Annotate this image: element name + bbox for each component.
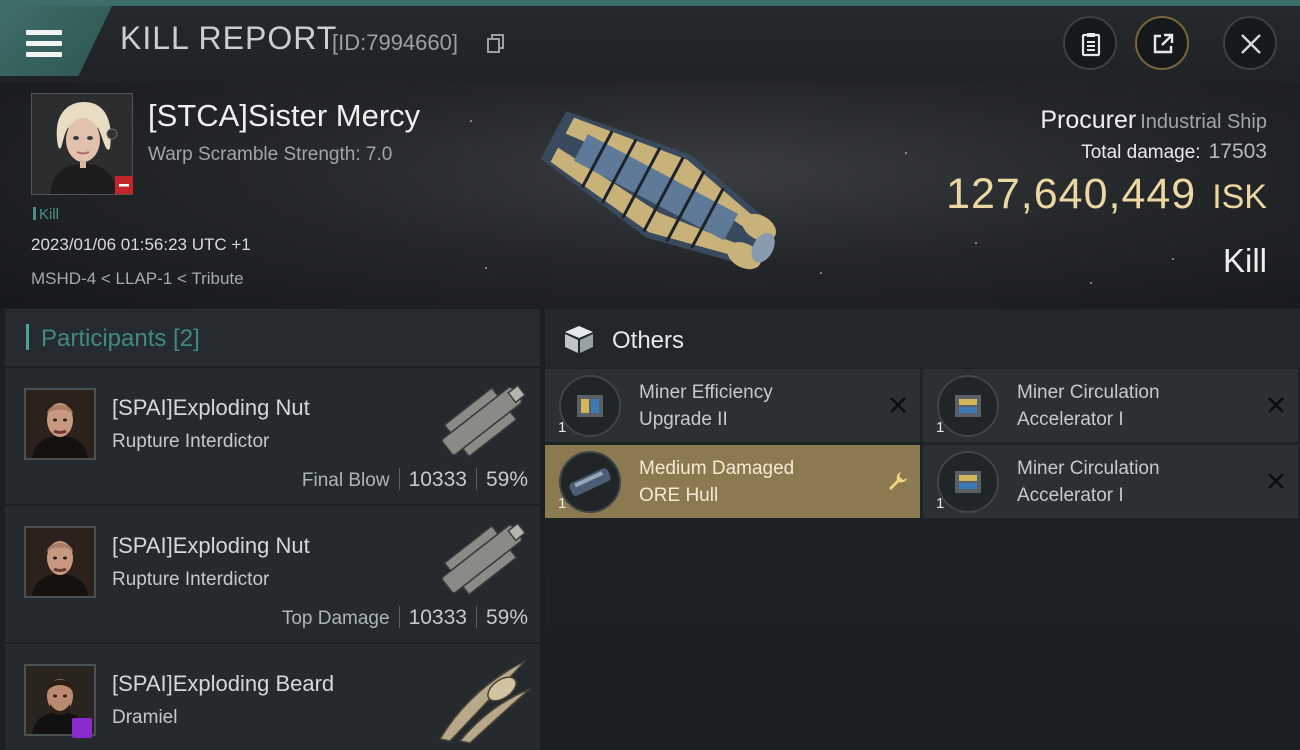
total-damage-value: 17503 <box>1208 140 1267 163</box>
module-icon <box>559 375 621 437</box>
participant-name: [SPAI]Exploding Nut <box>112 533 310 558</box>
kill-datetime: 2023/01/06 01:56:23 UTC +1 <box>31 235 251 254</box>
item-slot[interactable]: 1 Miner Efficiency Upgrade II <box>545 369 920 442</box>
hull-icon <box>559 451 621 513</box>
participant-stats: Top Damage 10333 59% <box>282 606 528 630</box>
kill-result: Kill <box>1222 242 1267 279</box>
participant-ship: Rupture Interdictor <box>112 569 270 590</box>
item-slot[interactable]: 1 Medium Damaged ORE Hull <box>545 445 920 518</box>
participant-role: Final Blow <box>301 470 390 491</box>
item-slot[interactable]: 1 Miner Circulation Accelerator I <box>923 445 1298 518</box>
participant-ship-image <box>441 522 527 596</box>
total-damage: Total damage: 17503 <box>1081 140 1267 164</box>
warp-scramble-strength: Warp Scramble Strength: 7.0 <box>148 144 393 165</box>
item-slot[interactable]: 1 Miner Circulation Accelerator I <box>923 369 1298 442</box>
victim-name[interactable]: [STCA]Sister Mercy <box>148 98 420 134</box>
participants-title: Participants [2] <box>41 325 200 352</box>
participant-name: [SPAI]Exploding Nut <box>112 395 310 420</box>
hamburger-icon <box>26 30 62 58</box>
close-button[interactable] <box>1223 16 1277 70</box>
ship-name: Procurer <box>1040 106 1137 134</box>
destroyed-icon <box>1268 473 1284 489</box>
item-name: Miner Circulation Accelerator I <box>1017 458 1160 506</box>
clipboard-icon <box>1081 33 1101 57</box>
item-quantity: 1 <box>936 495 945 512</box>
isk-amount: 127,640,449 <box>946 170 1197 218</box>
page-title: KILL REPORT <box>120 20 338 56</box>
item-quantity: 1 <box>558 495 567 512</box>
participant-row[interactable]: [SPAI]Exploding Nut Rupture Interdictor … <box>5 506 540 642</box>
isk-value: 127,640,449 ISK <box>946 170 1267 219</box>
module-icon <box>937 375 999 437</box>
participants-panel: Participants [2] [SPAI]Exploding Nut Rup… <box>5 309 540 750</box>
participant-avatar[interactable] <box>24 526 96 598</box>
participant-damage: 10333 <box>408 606 467 629</box>
close-icon <box>1241 34 1261 54</box>
victim-banner: [STCA]Sister Mercy Warp Scramble Strengt… <box>0 82 1300 308</box>
report-id: [ID:7994660] <box>332 30 458 55</box>
participant-damage: 10333 <box>408 468 467 491</box>
corp-info-badge <box>72 718 92 738</box>
participant-ship: Rupture Interdictor <box>112 431 270 452</box>
participants-header: Participants [2] <box>5 309 540 366</box>
participant-row[interactable]: [SPAI]Exploding Nut Rupture Interdictor … <box>5 368 540 504</box>
share-button[interactable] <box>1135 16 1189 70</box>
items-panel: Others 1 Miner Efficiency Upgrade II 1 Mi… <box>545 309 1300 750</box>
destroyed-icon <box>1268 397 1284 413</box>
item-quantity: 1 <box>558 419 567 436</box>
clipboard-button[interactable] <box>1063 16 1117 70</box>
ship-class: Industrial Ship <box>1140 111 1267 133</box>
destroyed-icon <box>890 397 906 413</box>
participant-row[interactable]: [SPAI]Exploding Beard Dramiel <box>5 644 540 750</box>
others-header: Others <box>545 309 1300 367</box>
item-name: Miner Circulation Accelerator I <box>1017 382 1160 430</box>
others-title: Others <box>612 327 685 354</box>
participant-percent: 59% <box>485 606 528 629</box>
participant-percent: 59% <box>485 468 528 491</box>
item-name: Miner Efficiency Upgrade II <box>639 382 773 430</box>
item-quantity: 1 <box>936 419 945 436</box>
participant-avatar[interactable] <box>24 388 96 460</box>
share-icon <box>1153 33 1174 54</box>
kill-location[interactable]: MSHD-4 < LLAP-1 < Tribute <box>31 269 244 289</box>
cargo-box-icon <box>565 326 593 353</box>
participant-ship: Dramiel <box>112 707 178 728</box>
victim-ship[interactable]: Procurer Industrial Ship <box>1040 106 1267 135</box>
total-damage-label: Total damage: <box>1081 142 1201 163</box>
participant-ship-image <box>438 660 531 744</box>
participant-ship-image <box>441 384 527 458</box>
participant-stats: Final Blow 10333 59% <box>302 468 528 492</box>
isk-unit: ISK <box>1212 178 1267 216</box>
wrench-icon <box>889 472 907 490</box>
participant-role: Top Damage <box>281 608 390 629</box>
item-name: Medium Damaged ORE Hull <box>639 458 795 506</box>
victim-ship-image[interactable] <box>520 102 790 277</box>
participant-name: [SPAI]Exploding Beard <box>112 671 335 696</box>
module-icon <box>937 451 999 513</box>
hostile-badge <box>115 176 133 194</box>
kill-tag: Kill <box>33 206 59 223</box>
copy-icon[interactable] <box>487 34 505 54</box>
